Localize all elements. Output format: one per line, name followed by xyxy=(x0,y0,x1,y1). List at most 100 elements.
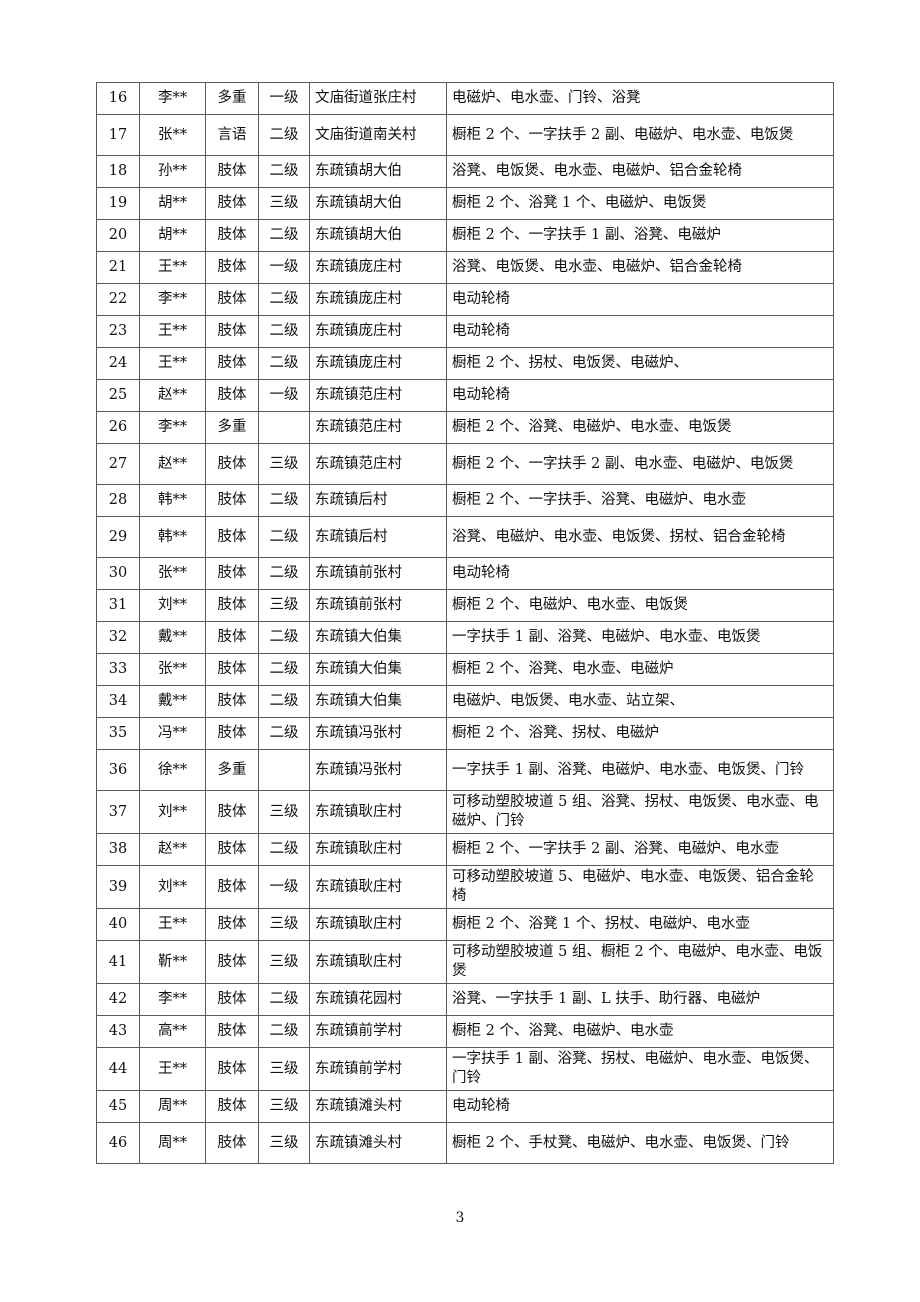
equipment-items-cell: 一字扶手 1 副、浴凳、拐杖、电磁炉、电水壶、电饭煲、门铃 xyxy=(446,1047,834,1091)
disability-level-cell: 二级 xyxy=(258,653,310,686)
equipment-items-cell: 橱柜 2 个、一字扶手、浴凳、电磁炉、电水壶 xyxy=(446,484,834,517)
table-row: 16 李** 多重 一级 文庙街道张庄村 电磁炉、电水壶、门铃、浴凳 xyxy=(96,82,834,115)
address-cell: 东疏镇耿庄村 xyxy=(309,865,447,909)
address-cell: 东疏镇庞庄村 xyxy=(309,315,447,348)
address-cell: 东疏镇大伯集 xyxy=(309,621,447,654)
row-number-cell: 34 xyxy=(96,685,140,718)
equipment-items-cell: 电磁炉、电水壶、门铃、浴凳 xyxy=(446,82,834,115)
table-row: 45 周** 肢体 三级 东疏镇滩头村 电动轮椅 xyxy=(96,1090,834,1123)
table-row: 34 戴** 肢体 二级 东疏镇大伯集 电磁炉、电饭煲、电水壶、站立架、 xyxy=(96,685,834,718)
disability-type-cell: 肢体 xyxy=(205,187,259,220)
equipment-items-cell: 可移动塑胶坡道 5、电磁炉、电水壶、电饭煲、铝合金轮椅 xyxy=(446,865,834,909)
address-cell: 东疏镇前张村 xyxy=(309,557,447,590)
disability-level-cell: 三级 xyxy=(258,589,310,622)
beneficiary-table: 16 李** 多重 一级 文庙街道张庄村 电磁炉、电水壶、门铃、浴凳 17 张** 言语 二级 文庙… xyxy=(96,82,834,1164)
disability-type-cell: 肢体 xyxy=(205,443,259,485)
equipment-items-cell: 橱柜 2 个、手杖凳、电磁炉、电水壶、电饭煲、门铃 xyxy=(446,1122,834,1164)
row-number-cell: 22 xyxy=(96,283,140,316)
table-row: 28 韩** 肢体 二级 东疏镇后村 橱柜 2 个、一字扶手、浴凳、电磁炉、电水壶 xyxy=(96,484,834,517)
disability-level-cell: 三级 xyxy=(258,908,310,941)
address-cell: 东疏镇大伯集 xyxy=(309,653,447,686)
row-number-cell: 42 xyxy=(96,983,140,1016)
equipment-items-cell: 电动轮椅 xyxy=(446,315,834,348)
table-row: 22 李** 肢体 二级 东疏镇庞庄村 电动轮椅 xyxy=(96,283,834,316)
row-number-cell: 29 xyxy=(96,516,140,558)
disability-type-cell: 多重 xyxy=(205,82,259,115)
name-cell: 戴** xyxy=(139,685,206,718)
name-cell: 徐** xyxy=(139,749,206,791)
equipment-items-cell: 橱柜 2 个、浴凳、拐杖、电磁炉 xyxy=(446,717,834,750)
name-cell: 孙** xyxy=(139,155,206,188)
name-cell: 李** xyxy=(139,983,206,1016)
row-number-cell: 30 xyxy=(96,557,140,590)
table-row: 35 冯** 肢体 二级 东疏镇冯张村 橱柜 2 个、浴凳、拐杖、电磁炉 xyxy=(96,717,834,750)
disability-level-cell: 一级 xyxy=(258,251,310,284)
row-number-cell: 27 xyxy=(96,443,140,485)
name-cell: 王** xyxy=(139,251,206,284)
table-row: 25 赵** 肢体 一级 东疏镇范庄村 电动轮椅 xyxy=(96,379,834,412)
disability-type-cell: 肢体 xyxy=(205,589,259,622)
disability-type-cell: 肢体 xyxy=(205,516,259,558)
name-cell: 刘** xyxy=(139,790,206,834)
disability-level-cell: 一级 xyxy=(258,379,310,412)
equipment-items-cell: 橱柜 2 个、一字扶手 1 副、浴凳、电磁炉 xyxy=(446,219,834,252)
disability-type-cell: 肢体 xyxy=(205,347,259,380)
disability-type-cell: 肢体 xyxy=(205,790,259,834)
address-cell: 东疏镇胡大伯 xyxy=(309,155,447,188)
name-cell: 冯** xyxy=(139,717,206,750)
equipment-items-cell: 电动轮椅 xyxy=(446,283,834,316)
name-cell: 李** xyxy=(139,283,206,316)
table-body: 16 李** 多重 一级 文庙街道张庄村 电磁炉、电水壶、门铃、浴凳 17 张** 言语 二级 文庙… xyxy=(96,82,834,1164)
equipment-items-cell: 橱柜 2 个、浴凳 1 个、电磁炉、电饭煲 xyxy=(446,187,834,220)
name-cell: 王** xyxy=(139,347,206,380)
address-cell: 东疏镇后村 xyxy=(309,484,447,517)
disability-type-cell: 肢体 xyxy=(205,653,259,686)
address-cell: 东疏镇范庄村 xyxy=(309,411,447,444)
row-number-cell: 24 xyxy=(96,347,140,380)
equipment-items-cell: 浴凳、电磁炉、电水壶、电饭煲、拐杖、铝合金轮椅 xyxy=(446,516,834,558)
equipment-items-cell: 一字扶手 1 副、浴凳、电磁炉、电水壶、电饭煲 xyxy=(446,621,834,654)
equipment-items-cell: 可移动塑胶坡道 5 组、橱柜 2 个、电磁炉、电水壶、电饭煲 xyxy=(446,940,834,984)
table-row: 42 李** 肢体 二级 东疏镇花园村 浴凳、一字扶手 1 副、L 扶手、助行器、电磁炉 xyxy=(96,983,834,1016)
row-number-cell: 32 xyxy=(96,621,140,654)
disability-level-cell: 二级 xyxy=(258,621,310,654)
name-cell: 韩** xyxy=(139,484,206,517)
name-cell: 胡** xyxy=(139,187,206,220)
disability-type-cell: 肢体 xyxy=(205,865,259,909)
disability-level-cell: 三级 xyxy=(258,940,310,984)
row-number-cell: 16 xyxy=(96,82,140,115)
disability-type-cell: 多重 xyxy=(205,411,259,444)
address-cell: 东疏镇庞庄村 xyxy=(309,283,447,316)
equipment-items-cell: 橱柜 2 个、浴凳 1 个、拐杖、电磁炉、电水壶 xyxy=(446,908,834,941)
equipment-items-cell: 橱柜 2 个、一字扶手 2 副、电磁炉、电水壶、电饭煲 xyxy=(446,114,834,156)
disability-level-cell: 二级 xyxy=(258,685,310,718)
disability-level-cell: 二级 xyxy=(258,219,310,252)
table-row: 31 刘** 肢体 三级 东疏镇前张村 橱柜 2 个、电磁炉、电水壶、电饭煲 xyxy=(96,589,834,622)
equipment-items-cell: 电动轮椅 xyxy=(446,1090,834,1123)
disability-level-cell: 二级 xyxy=(258,315,310,348)
name-cell: 刘** xyxy=(139,865,206,909)
address-cell: 东疏镇庞庄村 xyxy=(309,347,447,380)
equipment-items-cell: 橱柜 2 个、浴凳、电磁炉、电水壶 xyxy=(446,1015,834,1048)
table-row: 29 韩** 肢体 二级 东疏镇后村 浴凳、电磁炉、电水壶、电饭煲、拐杖、铝合金轮椅 xyxy=(96,516,834,558)
table-row: 20 胡** 肢体 二级 东疏镇胡大伯 橱柜 2 个、一字扶手 1 副、浴凳、电磁炉 xyxy=(96,219,834,252)
table-row: 41 靳** 肢体 三级 东疏镇耿庄村 可移动塑胶坡道 5 组、橱柜 2 个、电磁炉、电水… xyxy=(96,940,834,984)
disability-type-cell: 肢体 xyxy=(205,717,259,750)
row-number-cell: 18 xyxy=(96,155,140,188)
address-cell: 东疏镇庞庄村 xyxy=(309,251,447,284)
disability-level-cell xyxy=(258,749,310,791)
address-cell: 文庙街道张庄村 xyxy=(309,82,447,115)
disability-type-cell: 肢体 xyxy=(205,557,259,590)
row-number-cell: 20 xyxy=(96,219,140,252)
address-cell: 东疏镇范庄村 xyxy=(309,379,447,412)
table-row: 46 周** 肢体 三级 东疏镇滩头村 橱柜 2 个、手杖凳、电磁炉、电水壶、电饭煲、门铃 xyxy=(96,1122,834,1164)
equipment-items-cell: 橱柜 2 个、浴凳、电磁炉、电水壶、电饭煲 xyxy=(446,411,834,444)
name-cell: 周** xyxy=(139,1090,206,1123)
disability-type-cell: 肢体 xyxy=(205,219,259,252)
equipment-items-cell: 电磁炉、电饭煲、电水壶、站立架、 xyxy=(446,685,834,718)
disability-level-cell: 二级 xyxy=(258,1015,310,1048)
disability-type-cell: 肢体 xyxy=(205,1047,259,1091)
disability-level-cell: 二级 xyxy=(258,557,310,590)
name-cell: 王** xyxy=(139,908,206,941)
disability-level-cell: 三级 xyxy=(258,443,310,485)
